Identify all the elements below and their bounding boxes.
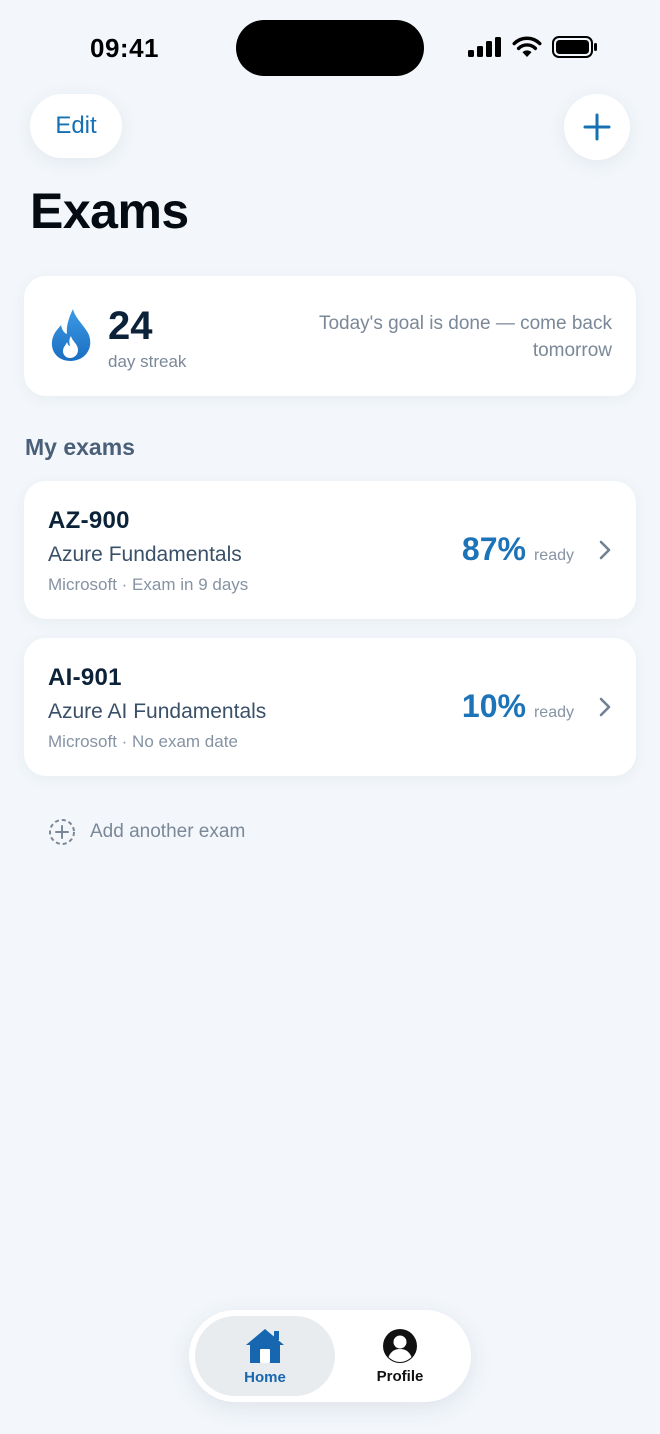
person-circle-icon <box>383 1328 417 1363</box>
exam-percent: 10% <box>461 688 526 724</box>
wifi-icon <box>512 36 542 57</box>
streak-unit-label: day streak <box>108 352 187 371</box>
tab-profile[interactable]: Profile <box>335 1316 465 1396</box>
tab-profile-label: Profile <box>376 1367 424 1385</box>
signal-icon <box>468 37 501 57</box>
section-title-my-exams: My exams <box>25 434 135 460</box>
exam-code: AI-901 <box>48 664 122 691</box>
exam-meta: Microsoft · Exam in 9 days <box>48 575 249 594</box>
tab-home[interactable]: Home <box>195 1316 335 1396</box>
exam-code: AZ-900 <box>48 507 130 534</box>
battery-icon <box>552 36 597 58</box>
exam-percent: 87% <box>461 531 526 567</box>
add-another-exam-label: Add another exam <box>90 821 246 842</box>
tab-bar: Home Profile <box>189 1310 471 1402</box>
exam-meta: Microsoft · No exam date <box>48 732 238 751</box>
exam-name: Azure Fundamentals <box>48 543 242 566</box>
exam-name: Azure AI Fundamentals <box>48 700 267 723</box>
exams-screen: 09:41 Edit Exams 24 day streak Today's g… <box>0 0 660 1434</box>
plus-icon <box>583 113 611 141</box>
dynamic-island <box>236 20 424 76</box>
streak-message: Today's goal is done — come back tomorro… <box>318 313 612 361</box>
plus-circle-dashed-icon <box>49 819 75 845</box>
exam-readiness: 10% ready <box>462 688 574 725</box>
chevron-right-icon <box>599 697 611 717</box>
add-exam-button[interactable] <box>564 94 630 160</box>
exam-ready-label: ready <box>533 547 574 564</box>
streak-card: 24 day streak Today's goal is done — com… <box>24 276 636 396</box>
exam-card-ai-901[interactable]: AI-901 Azure AI Fundamentals Microsoft ·… <box>24 638 636 776</box>
flame-icon <box>51 309 91 361</box>
chevron-right-icon <box>599 540 611 560</box>
exam-card-az-900[interactable]: AZ-900 Azure Fundamentals Microsoft · Ex… <box>24 481 636 619</box>
status-icons <box>468 36 598 58</box>
add-another-exam-button[interactable]: Add another exam <box>48 818 245 846</box>
status-time: 09:41 <box>90 33 159 63</box>
exam-ready-label: ready <box>533 704 574 721</box>
exam-readiness: 87% ready <box>462 531 574 568</box>
page-title: Exams <box>30 183 189 239</box>
streak-count: 24 <box>108 304 153 348</box>
edit-button[interactable]: Edit <box>30 94 122 158</box>
home-icon <box>246 1328 284 1363</box>
tab-home-label: Home <box>244 1368 286 1386</box>
